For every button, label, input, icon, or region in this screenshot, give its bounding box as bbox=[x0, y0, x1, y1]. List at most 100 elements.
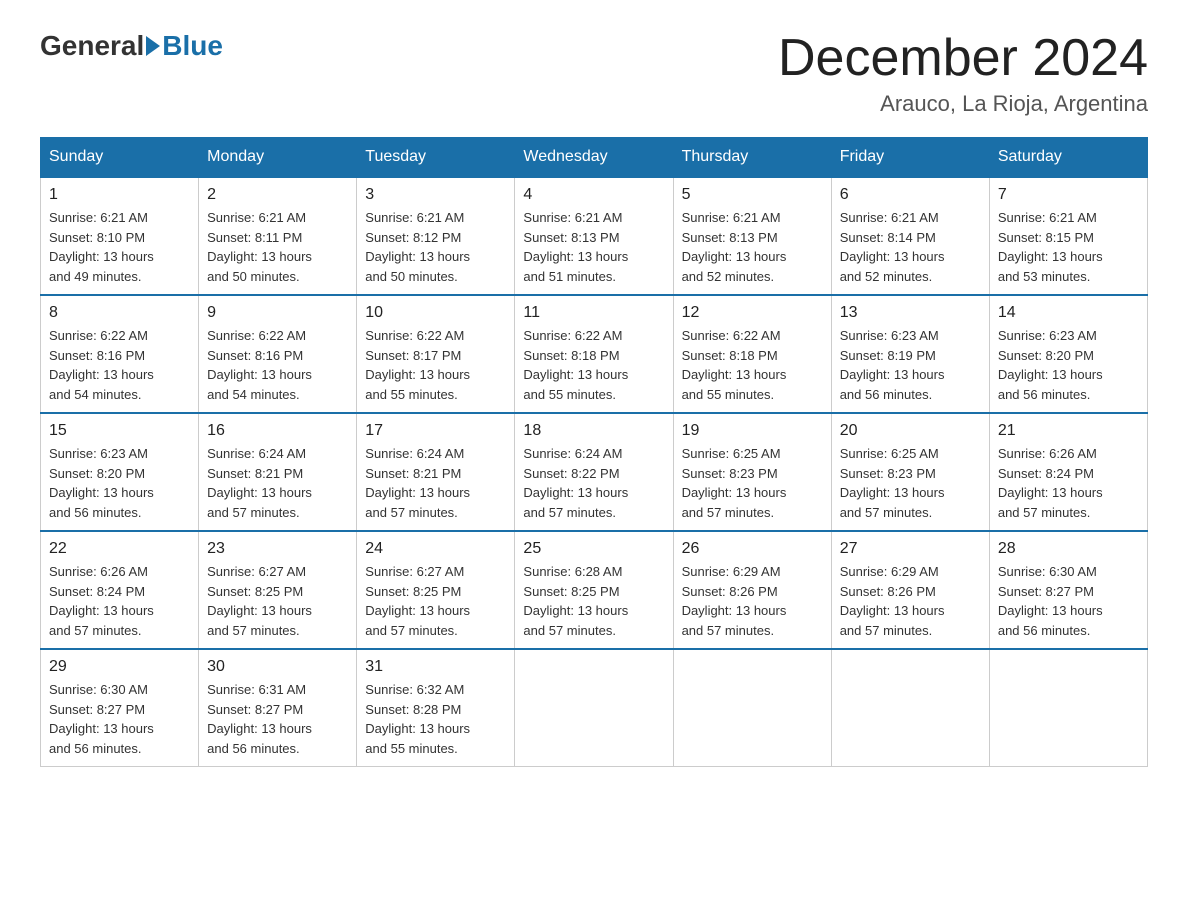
calendar-header-monday: Monday bbox=[199, 138, 357, 178]
day-number: 15 bbox=[49, 422, 190, 440]
day-info: Sunrise: 6:31 AMSunset: 8:27 PMDaylight:… bbox=[207, 682, 312, 756]
logo-arrow-icon bbox=[146, 36, 160, 56]
calendar-week-row: 15 Sunrise: 6:23 AMSunset: 8:20 PMDaylig… bbox=[41, 413, 1148, 531]
day-info: Sunrise: 6:22 AMSunset: 8:18 PMDaylight:… bbox=[523, 328, 628, 402]
day-info: Sunrise: 6:22 AMSunset: 8:17 PMDaylight:… bbox=[365, 328, 470, 402]
calendar-cell: 20 Sunrise: 6:25 AMSunset: 8:23 PMDaylig… bbox=[831, 413, 989, 531]
calendar-cell: 22 Sunrise: 6:26 AMSunset: 8:24 PMDaylig… bbox=[41, 531, 199, 649]
day-number: 2 bbox=[207, 186, 348, 204]
calendar-cell: 31 Sunrise: 6:32 AMSunset: 8:28 PMDaylig… bbox=[357, 649, 515, 767]
day-number: 22 bbox=[49, 540, 190, 558]
calendar-header-thursday: Thursday bbox=[673, 138, 831, 178]
day-info: Sunrise: 6:32 AMSunset: 8:28 PMDaylight:… bbox=[365, 682, 470, 756]
day-number: 7 bbox=[998, 186, 1139, 204]
day-info: Sunrise: 6:21 AMSunset: 8:14 PMDaylight:… bbox=[840, 210, 945, 284]
calendar-cell: 27 Sunrise: 6:29 AMSunset: 8:26 PMDaylig… bbox=[831, 531, 989, 649]
calendar-cell: 29 Sunrise: 6:30 AMSunset: 8:27 PMDaylig… bbox=[41, 649, 199, 767]
calendar-cell: 2 Sunrise: 6:21 AMSunset: 8:11 PMDayligh… bbox=[199, 177, 357, 295]
day-info: Sunrise: 6:24 AMSunset: 8:21 PMDaylight:… bbox=[207, 446, 312, 520]
day-info: Sunrise: 6:23 AMSunset: 8:20 PMDaylight:… bbox=[49, 446, 154, 520]
calendar-cell: 28 Sunrise: 6:30 AMSunset: 8:27 PMDaylig… bbox=[989, 531, 1147, 649]
calendar-cell: 18 Sunrise: 6:24 AMSunset: 8:22 PMDaylig… bbox=[515, 413, 673, 531]
calendar-cell: 8 Sunrise: 6:22 AMSunset: 8:16 PMDayligh… bbox=[41, 295, 199, 413]
calendar-header-wednesday: Wednesday bbox=[515, 138, 673, 178]
logo-blue-text: Blue bbox=[162, 30, 223, 62]
calendar-cell: 24 Sunrise: 6:27 AMSunset: 8:25 PMDaylig… bbox=[357, 531, 515, 649]
day-info: Sunrise: 6:27 AMSunset: 8:25 PMDaylight:… bbox=[365, 564, 470, 638]
day-info: Sunrise: 6:27 AMSunset: 8:25 PMDaylight:… bbox=[207, 564, 312, 638]
calendar-cell: 7 Sunrise: 6:21 AMSunset: 8:15 PMDayligh… bbox=[989, 177, 1147, 295]
day-number: 5 bbox=[682, 186, 823, 204]
calendar-cell: 16 Sunrise: 6:24 AMSunset: 8:21 PMDaylig… bbox=[199, 413, 357, 531]
calendar-cell: 9 Sunrise: 6:22 AMSunset: 8:16 PMDayligh… bbox=[199, 295, 357, 413]
calendar-table: SundayMondayTuesdayWednesdayThursdayFrid… bbox=[40, 137, 1148, 767]
calendar-cell: 13 Sunrise: 6:23 AMSunset: 8:19 PMDaylig… bbox=[831, 295, 989, 413]
day-info: Sunrise: 6:29 AMSunset: 8:26 PMDaylight:… bbox=[840, 564, 945, 638]
calendar-cell: 30 Sunrise: 6:31 AMSunset: 8:27 PMDaylig… bbox=[199, 649, 357, 767]
calendar-week-row: 29 Sunrise: 6:30 AMSunset: 8:27 PMDaylig… bbox=[41, 649, 1148, 767]
day-info: Sunrise: 6:22 AMSunset: 8:18 PMDaylight:… bbox=[682, 328, 787, 402]
title-block: December 2024 Arauco, La Rioja, Argentin… bbox=[778, 30, 1148, 117]
day-info: Sunrise: 6:30 AMSunset: 8:27 PMDaylight:… bbox=[998, 564, 1103, 638]
calendar-cell bbox=[989, 649, 1147, 767]
calendar-week-row: 8 Sunrise: 6:22 AMSunset: 8:16 PMDayligh… bbox=[41, 295, 1148, 413]
calendar-cell: 25 Sunrise: 6:28 AMSunset: 8:25 PMDaylig… bbox=[515, 531, 673, 649]
day-info: Sunrise: 6:21 AMSunset: 8:13 PMDaylight:… bbox=[682, 210, 787, 284]
day-number: 30 bbox=[207, 658, 348, 676]
calendar-cell: 15 Sunrise: 6:23 AMSunset: 8:20 PMDaylig… bbox=[41, 413, 199, 531]
calendar-cell bbox=[515, 649, 673, 767]
logo-general-text: General bbox=[40, 30, 144, 62]
day-number: 28 bbox=[998, 540, 1139, 558]
day-number: 29 bbox=[49, 658, 190, 676]
day-number: 31 bbox=[365, 658, 506, 676]
day-info: Sunrise: 6:22 AMSunset: 8:16 PMDaylight:… bbox=[49, 328, 154, 402]
day-number: 3 bbox=[365, 186, 506, 204]
day-info: Sunrise: 6:25 AMSunset: 8:23 PMDaylight:… bbox=[840, 446, 945, 520]
day-number: 21 bbox=[998, 422, 1139, 440]
day-number: 18 bbox=[523, 422, 664, 440]
day-info: Sunrise: 6:21 AMSunset: 8:12 PMDaylight:… bbox=[365, 210, 470, 284]
calendar-header-saturday: Saturday bbox=[989, 138, 1147, 178]
calendar-cell: 10 Sunrise: 6:22 AMSunset: 8:17 PMDaylig… bbox=[357, 295, 515, 413]
calendar-header-friday: Friday bbox=[831, 138, 989, 178]
day-number: 12 bbox=[682, 304, 823, 322]
page-header: General Blue December 2024 Arauco, La Ri… bbox=[40, 30, 1148, 117]
day-number: 25 bbox=[523, 540, 664, 558]
day-number: 24 bbox=[365, 540, 506, 558]
calendar-cell: 6 Sunrise: 6:21 AMSunset: 8:14 PMDayligh… bbox=[831, 177, 989, 295]
calendar-cell: 14 Sunrise: 6:23 AMSunset: 8:20 PMDaylig… bbox=[989, 295, 1147, 413]
day-number: 27 bbox=[840, 540, 981, 558]
day-info: Sunrise: 6:28 AMSunset: 8:25 PMDaylight:… bbox=[523, 564, 628, 638]
calendar-cell: 19 Sunrise: 6:25 AMSunset: 8:23 PMDaylig… bbox=[673, 413, 831, 531]
day-number: 6 bbox=[840, 186, 981, 204]
day-info: Sunrise: 6:24 AMSunset: 8:21 PMDaylight:… bbox=[365, 446, 470, 520]
day-number: 1 bbox=[49, 186, 190, 204]
calendar-cell: 3 Sunrise: 6:21 AMSunset: 8:12 PMDayligh… bbox=[357, 177, 515, 295]
day-number: 23 bbox=[207, 540, 348, 558]
calendar-week-row: 22 Sunrise: 6:26 AMSunset: 8:24 PMDaylig… bbox=[41, 531, 1148, 649]
calendar-cell: 26 Sunrise: 6:29 AMSunset: 8:26 PMDaylig… bbox=[673, 531, 831, 649]
day-number: 13 bbox=[840, 304, 981, 322]
day-number: 19 bbox=[682, 422, 823, 440]
location-title: Arauco, La Rioja, Argentina bbox=[778, 91, 1148, 117]
day-number: 26 bbox=[682, 540, 823, 558]
day-info: Sunrise: 6:21 AMSunset: 8:15 PMDaylight:… bbox=[998, 210, 1103, 284]
day-info: Sunrise: 6:21 AMSunset: 8:11 PMDaylight:… bbox=[207, 210, 312, 284]
day-info: Sunrise: 6:24 AMSunset: 8:22 PMDaylight:… bbox=[523, 446, 628, 520]
day-number: 20 bbox=[840, 422, 981, 440]
day-number: 14 bbox=[998, 304, 1139, 322]
logo: General Blue bbox=[40, 30, 223, 62]
day-info: Sunrise: 6:29 AMSunset: 8:26 PMDaylight:… bbox=[682, 564, 787, 638]
day-number: 17 bbox=[365, 422, 506, 440]
day-info: Sunrise: 6:26 AMSunset: 8:24 PMDaylight:… bbox=[49, 564, 154, 638]
calendar-cell: 21 Sunrise: 6:26 AMSunset: 8:24 PMDaylig… bbox=[989, 413, 1147, 531]
day-number: 8 bbox=[49, 304, 190, 322]
day-number: 16 bbox=[207, 422, 348, 440]
calendar-cell: 1 Sunrise: 6:21 AMSunset: 8:10 PMDayligh… bbox=[41, 177, 199, 295]
day-info: Sunrise: 6:26 AMSunset: 8:24 PMDaylight:… bbox=[998, 446, 1103, 520]
calendar-cell bbox=[831, 649, 989, 767]
calendar-cell: 4 Sunrise: 6:21 AMSunset: 8:13 PMDayligh… bbox=[515, 177, 673, 295]
calendar-header-tuesday: Tuesday bbox=[357, 138, 515, 178]
day-number: 11 bbox=[523, 304, 664, 322]
month-title: December 2024 bbox=[778, 30, 1148, 87]
